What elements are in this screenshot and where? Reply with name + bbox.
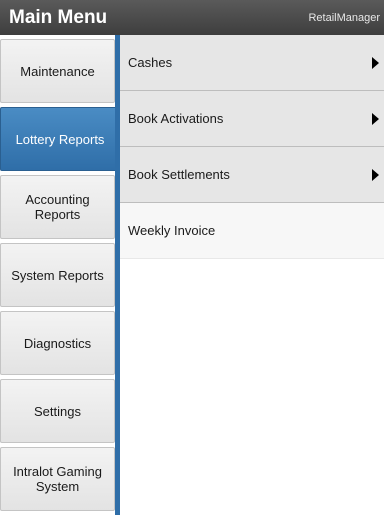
sidebar-item-label: Maintenance xyxy=(20,63,95,79)
sidebar-item-intralot-gaming-system[interactable]: Intralot Gaming System xyxy=(0,447,115,511)
submenu-item-weekly-invoice[interactable]: Weekly Invoice xyxy=(120,203,384,259)
sidebar-item-label: Diagnostics xyxy=(23,335,92,351)
chevron-right-icon xyxy=(372,112,379,125)
submenu-item-label: Cashes xyxy=(128,55,173,70)
sidebar-item-settings[interactable]: Settings xyxy=(0,379,115,443)
submenu-item-cashes[interactable]: Cashes xyxy=(120,35,384,91)
sidebar-item-maintenance[interactable]: Maintenance xyxy=(0,39,115,103)
title-bar: Main Menu RetailManager xyxy=(0,0,384,35)
sidebar-item-label: Intralot Gaming System xyxy=(13,464,102,494)
sidebar-item-lottery-reports[interactable]: Lottery Reports xyxy=(0,107,120,171)
submenu-item-label: Book Settlements xyxy=(128,167,230,182)
submenu-item-book-settlements[interactable]: Book Settlements xyxy=(120,147,384,203)
chevron-right-icon xyxy=(372,168,379,181)
sidebar-item-label: Settings xyxy=(34,403,81,419)
submenu-item-label: Weekly Invoice xyxy=(128,223,216,238)
lottery-reports-submenu: Cashes Book Activations Book Settlements… xyxy=(120,35,384,515)
sidebar-item-system-reports[interactable]: System Reports xyxy=(0,243,115,307)
sidebar-item-label: Lottery Reports xyxy=(15,131,105,147)
sidebar-item-label: Accounting Reports xyxy=(25,192,90,222)
sidebar-item-accounting-reports[interactable]: Accounting Reports xyxy=(0,175,115,239)
sidebar-item-label: System Reports xyxy=(11,267,104,283)
page-title: Main Menu xyxy=(9,6,108,28)
app-name-label: RetailManager xyxy=(308,11,380,24)
main-menu-sidebar: Maintenance Lottery Reports Accounting R… xyxy=(0,35,120,515)
sidebar-item-diagnostics[interactable]: Diagnostics xyxy=(0,311,115,375)
submenu-item-book-activations[interactable]: Book Activations xyxy=(120,91,384,147)
chevron-right-icon xyxy=(372,56,379,69)
submenu-item-label: Book Activations xyxy=(128,111,224,126)
retail-manager-window: Main Menu RetailManager Maintenance Lott… xyxy=(0,0,384,515)
